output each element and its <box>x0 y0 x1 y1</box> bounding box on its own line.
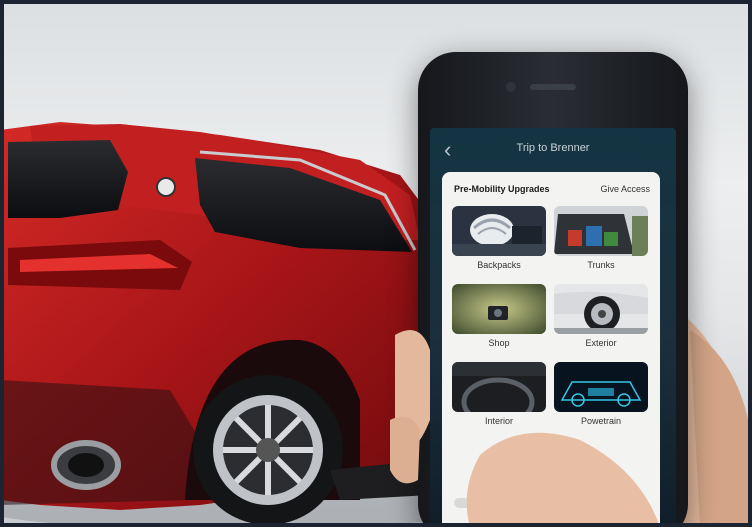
phone-screen: ‹ Trip to Brenner Pre-Mobility Upgrades … <box>430 128 676 527</box>
tile-shop[interactable]: Shop <box>452 284 546 348</box>
interior-image <box>452 362 546 412</box>
sheet-title: Pre-Mobility Upgrades <box>454 184 550 194</box>
sheet-header: Pre-Mobility Upgrades Give Access <box>454 184 650 198</box>
tile-exterior[interactable]: Exterior <box>554 284 648 348</box>
give-access-link[interactable]: Give Access <box>600 184 650 194</box>
screen-title: Trip to Brenner <box>516 142 590 154</box>
backpacks-image <box>452 206 546 256</box>
speaker-grille <box>530 84 576 90</box>
tile-powertrain[interactable]: Powetrain <box>554 362 648 426</box>
upgrades-sheet: Pre-Mobility Upgrades Give Access Backpa… <box>442 172 660 527</box>
tile-label: Exterior <box>585 338 617 348</box>
front-camera-icon <box>506 82 516 92</box>
smartphone: ‹ Trip to Brenner Pre-Mobility Upgrades … <box>418 52 688 527</box>
powertrain-image <box>554 362 648 412</box>
tile-label: Shop <box>488 338 510 348</box>
shop-image <box>452 284 546 334</box>
trunks-image <box>554 206 648 256</box>
tile-label: Backpacks <box>477 260 521 270</box>
exterior-image <box>554 284 648 334</box>
tile-interior[interactable]: Interior <box>452 362 546 426</box>
tile-label: Trunks <box>587 260 615 270</box>
tile-backpacks[interactable]: Backpacks <box>452 206 546 270</box>
tile-label: Powetrain <box>580 416 622 426</box>
tile-label: Interior <box>484 416 513 426</box>
sheet-scroll-bar[interactable] <box>454 498 648 508</box>
tile-trunks[interactable]: Trunks <box>554 206 648 270</box>
scene: ‹ Trip to Brenner Pre-Mobility Upgrades … <box>0 0 752 527</box>
